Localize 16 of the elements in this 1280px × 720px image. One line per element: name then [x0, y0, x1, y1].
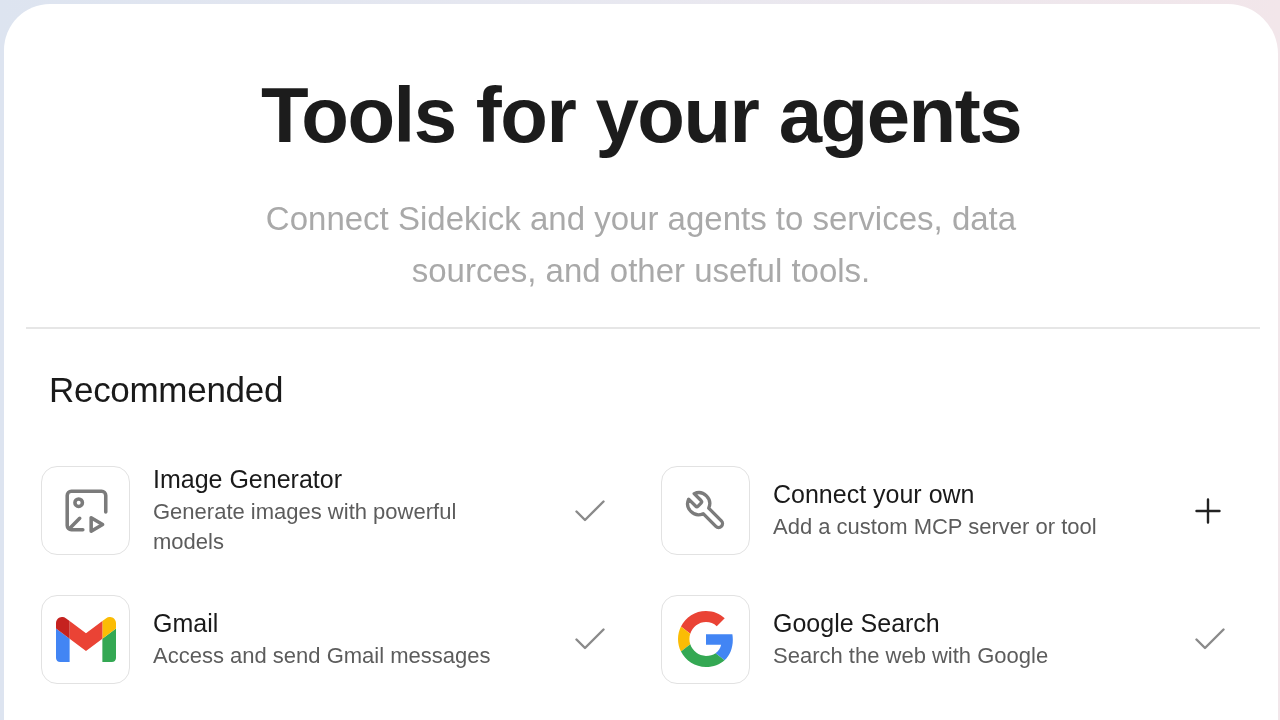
image-play-icon	[41, 466, 130, 555]
plus-icon[interactable]	[1195, 497, 1221, 524]
page-title: Tools for your agents	[260, 71, 1022, 159]
tool-name: Connect your own	[773, 479, 975, 509]
tool-description: Add a custom MCP server or tool	[773, 513, 1097, 541]
gmail-icon	[41, 594, 130, 684]
tool-description: Access and send Gmail messages	[153, 641, 491, 670]
section-heading: Recommended	[49, 372, 284, 407]
tool-name: Google Search	[773, 607, 940, 638]
tool-description: Search the web with Google	[773, 641, 1049, 670]
wrench-icon	[661, 466, 750, 555]
google-g-icon	[661, 594, 750, 684]
tool-name: Image Generator	[153, 464, 342, 494]
tool-description: Generate images with powerful models	[153, 498, 458, 556]
tool-name: Gmail	[153, 607, 219, 638]
page-subtitle: Connect Sidekick and your agents to services, data sources, and other useful tools.	[264, 199, 1018, 291]
